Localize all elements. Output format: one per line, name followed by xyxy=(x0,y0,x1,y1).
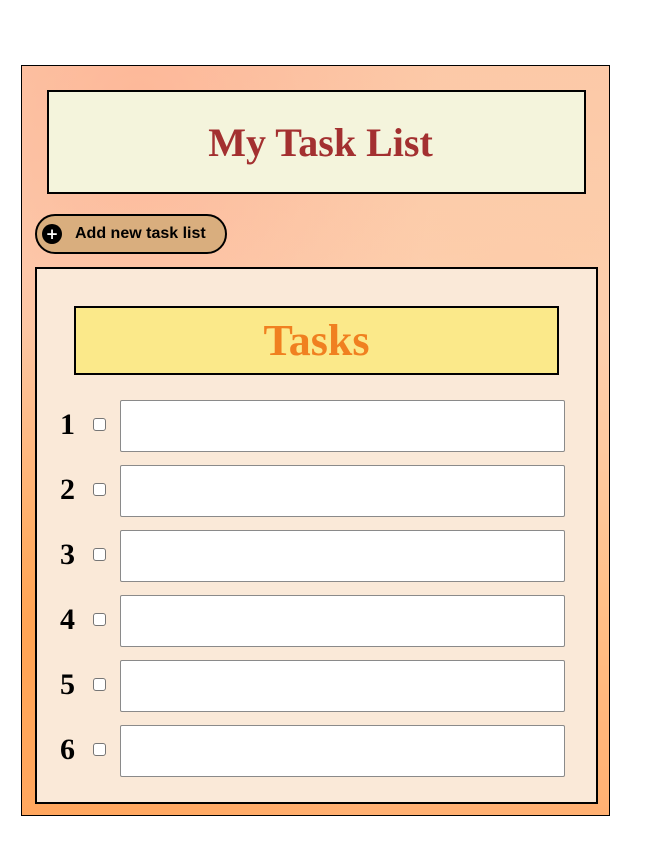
task-checkbox[interactable] xyxy=(93,613,106,626)
task-row: 1 xyxy=(37,400,596,452)
task-number: 3 xyxy=(60,538,75,571)
task-input[interactable] xyxy=(120,465,565,517)
task-row: 5 xyxy=(37,660,596,712)
task-row: 2 xyxy=(37,465,596,517)
task-input[interactable] xyxy=(120,660,565,712)
task-checkbox[interactable] xyxy=(93,483,106,496)
task-checkbox[interactable] xyxy=(93,678,106,691)
app-title: My Task List xyxy=(208,119,433,165)
task-input[interactable] xyxy=(120,400,565,452)
task-number: 1 xyxy=(60,408,75,441)
task-input[interactable] xyxy=(120,725,565,777)
add-task-list-label: Add new task list xyxy=(75,225,206,242)
add-task-list-button[interactable]: + Add new task list xyxy=(35,214,227,254)
task-input[interactable] xyxy=(120,530,565,582)
tasks-heading-box: Tasks xyxy=(74,306,559,375)
plus-circle-icon: + xyxy=(42,224,62,244)
task-row: 3 xyxy=(37,530,596,582)
task-input[interactable] xyxy=(120,595,565,647)
task-checkbox[interactable] xyxy=(93,548,106,561)
tasks-heading: Tasks xyxy=(263,316,370,365)
task-list-app: My Task List + Add new task list Tasks 1… xyxy=(21,65,610,816)
task-number: 4 xyxy=(60,603,75,636)
task-row: 6 xyxy=(37,725,596,777)
app-title-box: My Task List xyxy=(47,90,586,194)
task-number: 6 xyxy=(60,733,75,766)
task-row: 4 xyxy=(37,595,596,647)
tasks-panel: Tasks 1 2 3 4 5 6 xyxy=(35,267,598,804)
task-checkbox[interactable] xyxy=(93,418,106,431)
task-number: 5 xyxy=(60,668,75,701)
task-checkbox[interactable] xyxy=(93,743,106,756)
task-number: 2 xyxy=(60,473,75,506)
